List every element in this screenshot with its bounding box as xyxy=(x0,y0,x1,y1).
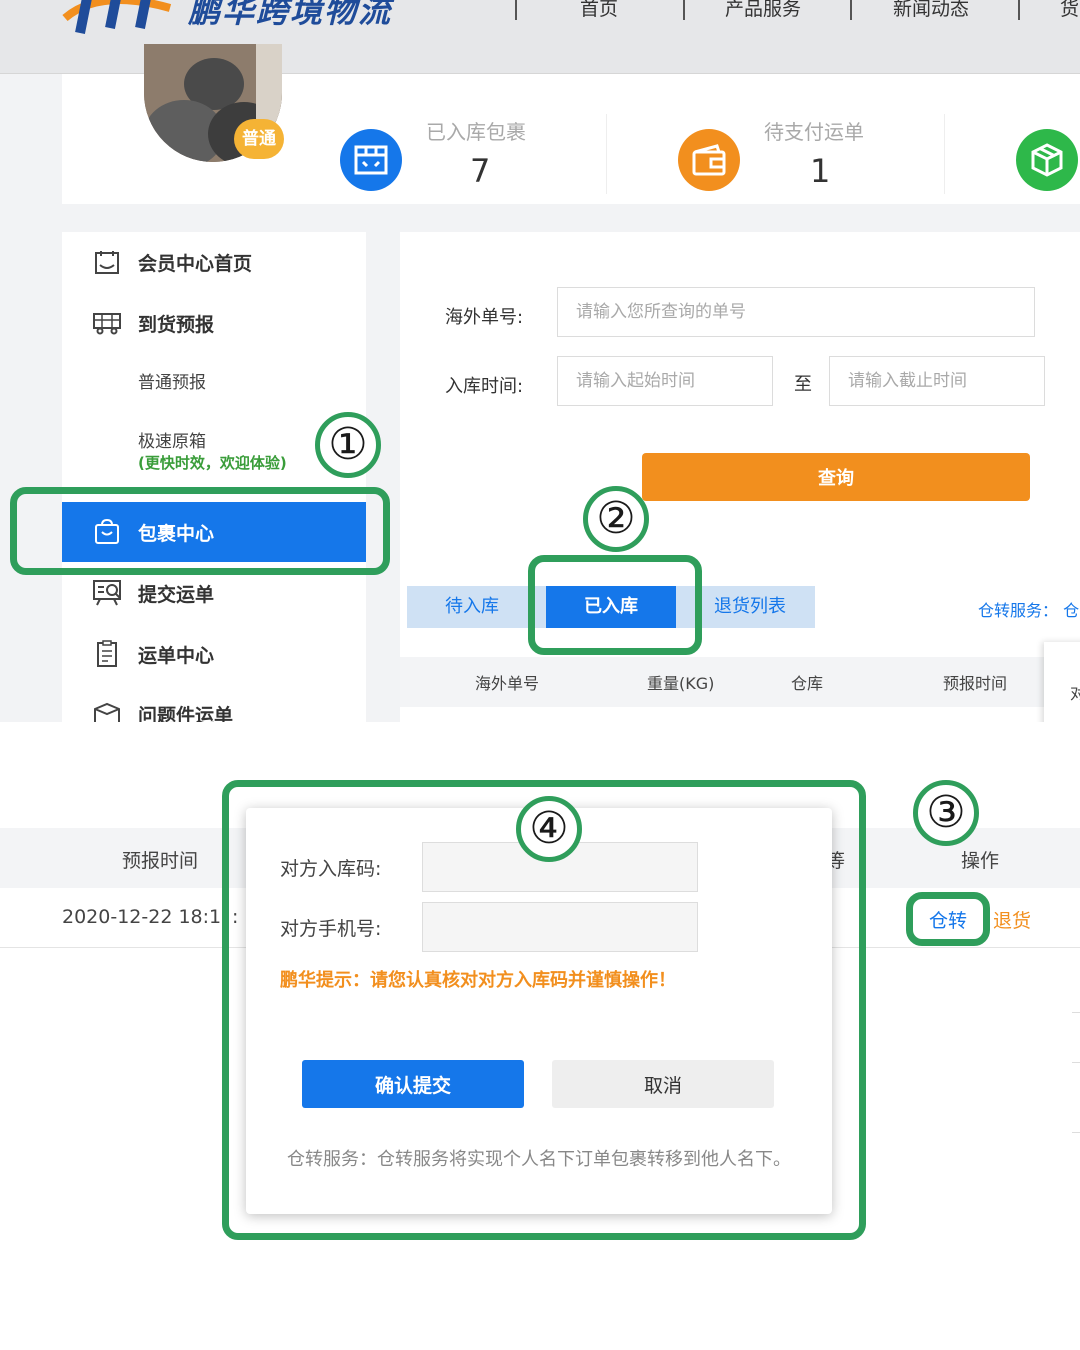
bag-icon xyxy=(92,517,122,547)
sidebar-item-arrival-forecast[interactable]: 到货预报 xyxy=(62,293,366,353)
edge-divider xyxy=(1072,1062,1080,1063)
tab-pending-stock[interactable]: 待入库 xyxy=(407,586,537,628)
confirm-submit-button[interactable]: 确认提交 xyxy=(302,1060,524,1108)
sidebar-item-label: 会员中心首页 xyxy=(138,252,253,275)
nav-products[interactable]: 产品服务 xyxy=(725,0,801,21)
sidebar-item-submit-order[interactable]: 提交运单 xyxy=(62,563,366,623)
warning-tip: 鹏华提示：请您认真核对对方入库码并谨慎操作！ xyxy=(280,970,676,991)
sidebar-item-member-home[interactable]: 会员中心首页 xyxy=(62,232,366,292)
transfer-service-link[interactable]: 仓转服务： 仓 xyxy=(978,597,1079,621)
stat-value-unpaid[interactable]: 1 xyxy=(810,152,830,190)
forecast-time-cell: 2020-12-22 18:1 xyxy=(62,906,222,928)
edge-divider xyxy=(1072,1012,1080,1013)
sidebar-item-label: 到货预报 xyxy=(138,313,215,336)
sidebar-item-package-center[interactable]: 包裹中心 xyxy=(62,502,366,562)
sidebar-subitem-note: (更快时效，欢迎体验) xyxy=(138,454,287,472)
stat-label-unpaid: 待支付运单 xyxy=(764,120,864,144)
problem-package-icon xyxy=(92,699,122,722)
sidebar-item-label: 包裹中心 xyxy=(138,522,215,545)
transfer-dialog: 对方入库码: 对方手机号: 鹏华提示：请您认真核对对方入库码并谨慎操作！ 确认提… xyxy=(246,808,832,1214)
sidebar-item-label: 问题件运单 xyxy=(138,704,234,723)
nav-separator xyxy=(515,0,517,20)
sidebar-item-label: 提交运单 xyxy=(138,583,215,606)
recipient-phone-label: 对方手机号: xyxy=(280,918,382,940)
sidebar: 会员中心首页 到货预报 普通预报 极速原箱 (更快时效，欢迎体验) 包裹中心 提… xyxy=(62,232,366,722)
logo-text[interactable]: 鹏华跨境物流 xyxy=(188,0,392,32)
wallet-icon xyxy=(678,129,740,191)
nav-news[interactable]: 新闻动态 xyxy=(893,0,969,21)
cancel-button[interactable]: 取消 xyxy=(552,1060,774,1108)
sidebar-subitem-normal-forecast[interactable]: 普通预报 xyxy=(138,368,206,393)
step-number-3: ③ xyxy=(913,780,979,846)
side-panel-text: 对 xyxy=(1070,684,1080,703)
column-header-forecast-time: 预报时间 xyxy=(943,674,1008,693)
nav-home[interactable]: 首页 xyxy=(580,0,618,21)
nav-separator xyxy=(1018,0,1020,20)
tab-return-list[interactable]: 退货列表 xyxy=(685,586,815,628)
submit-order-icon xyxy=(92,578,122,608)
stat-divider xyxy=(944,114,945,194)
column-header-weight: 重量(KG) xyxy=(647,674,715,693)
column-header-forecast-time: 预报时间 xyxy=(122,850,199,872)
clipboard-icon xyxy=(92,639,122,669)
sidebar-item-problem-order[interactable]: 问题件运单 xyxy=(62,684,366,722)
stored-time-label: 入库时间: xyxy=(445,376,524,397)
column-header-actions: 操作 xyxy=(961,850,1000,872)
nav-separator xyxy=(850,0,852,20)
step-number-1: ① xyxy=(315,412,381,478)
forecast-time-cell-tail: : xyxy=(232,906,239,928)
package-box-icon xyxy=(340,129,402,191)
sidebar-item-order-center[interactable]: 运单中心 xyxy=(62,624,366,684)
sidebar-item-label: 运单中心 xyxy=(138,644,215,667)
recipient-code-label: 对方入库码: xyxy=(280,858,382,880)
stat-label-stored: 已入库包裹 xyxy=(426,120,526,144)
cube-icon xyxy=(1016,129,1078,191)
nav-more[interactable]: 货 xyxy=(1060,0,1079,21)
recipient-phone-input[interactable] xyxy=(422,902,698,952)
tab-in-stock[interactable]: 已入库 xyxy=(546,586,676,628)
column-header-warehouse: 仓库 xyxy=(791,674,824,693)
member-home-icon xyxy=(92,247,122,277)
nav-separator xyxy=(683,0,685,20)
member-level-badge: 普通 xyxy=(234,119,284,159)
column-header-overseas-number: 海外单号 xyxy=(475,674,540,693)
transfer-service-description: 仓转服务：仓转服务将实现个人名下订单包裹转移到他人名下。 xyxy=(287,1149,791,1170)
stat-divider xyxy=(606,114,607,194)
to-label: 至 xyxy=(794,374,812,395)
edge-divider xyxy=(1072,1132,1080,1133)
transfer-action-link[interactable]: 仓转 xyxy=(929,906,967,933)
stat-value-stored[interactable]: 7 xyxy=(470,152,490,190)
overseas-number-input[interactable]: 请输入您所查询的单号 xyxy=(557,287,1035,337)
overseas-number-label: 海外单号: xyxy=(445,307,524,328)
top-screenshot: 鹏华跨境物流 首页 产品服务 新闻动态 货 普通 已入库包裹 7 待支付运单 1… xyxy=(0,0,1080,722)
logo-icon[interactable] xyxy=(60,0,180,38)
step-number-2: ② xyxy=(583,486,649,552)
end-time-input[interactable]: 请输入截止时间 xyxy=(829,356,1045,406)
return-action-link[interactable]: 退货 xyxy=(993,906,1031,933)
bottom-screenshot: 预报时间 等 操作 2020-12-22 18:1 : 仓转 退货 对方入库码:… xyxy=(0,722,1080,1350)
start-time-input[interactable]: 请输入起始时间 xyxy=(557,356,773,406)
query-button[interactable]: 查询 xyxy=(642,453,1030,501)
sidebar-subitem-express-box[interactable]: 极速原箱 xyxy=(138,427,206,452)
truck-icon xyxy=(92,308,122,338)
stats-card: 普通 已入库包裹 7 待支付运单 1 xyxy=(62,44,1080,204)
side-floating-panel: 对 xyxy=(1044,642,1080,722)
step-number-4: ④ xyxy=(516,796,582,862)
